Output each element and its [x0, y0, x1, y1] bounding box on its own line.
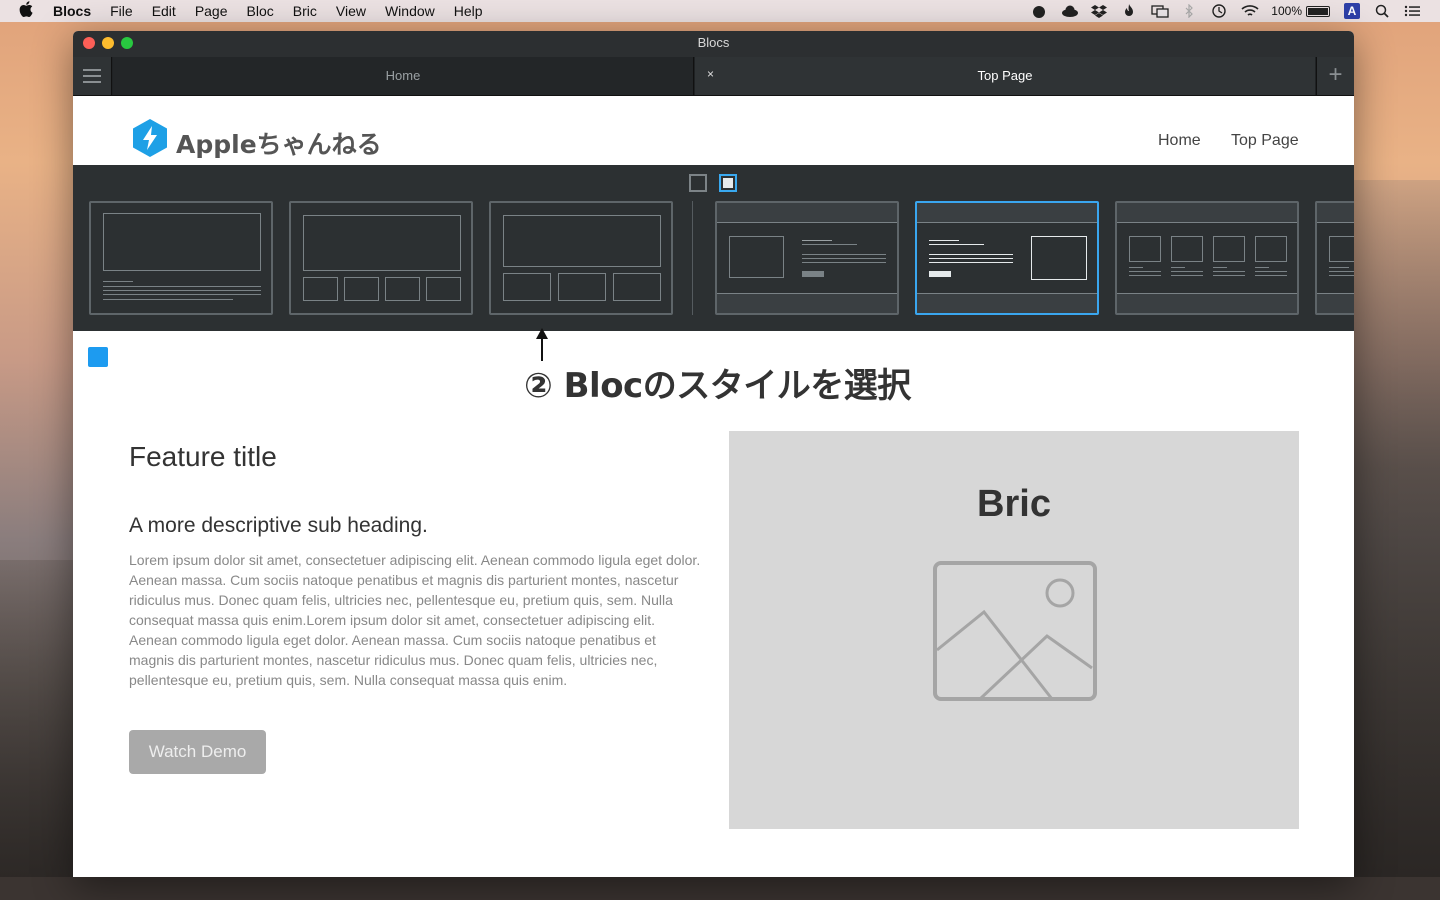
menu-bar: Blocs File Edit Page Bloc Bric View Wind…: [0, 0, 1440, 22]
feature-title[interactable]: Feature title: [129, 441, 277, 473]
site-header: Appleちゃんねる Home Top Page: [73, 96, 1354, 165]
picker-divider: [692, 201, 693, 315]
bloc-style-thumbnail[interactable]: [289, 201, 473, 315]
menu-bloc[interactable]: Bloc: [247, 3, 274, 19]
bloc-style-thumbnail-selected[interactable]: [915, 201, 1099, 315]
desktop-wallpaper-bottom: [0, 877, 1440, 900]
wifi-icon[interactable]: [1241, 4, 1259, 18]
add-tab-button[interactable]: +: [1316, 57, 1354, 95]
image-placeholder-icon: [933, 561, 1097, 701]
watch-demo-button[interactable]: Watch Demo: [129, 730, 266, 774]
menu-window[interactable]: Window: [385, 3, 435, 19]
blocs-window: Blocs Home × Top Page + Appleちゃんねる Home …: [73, 31, 1354, 877]
spotlight-search-icon[interactable]: [1374, 4, 1390, 18]
cloud-hat-icon[interactable]: [1061, 4, 1079, 18]
maximize-window-button[interactable]: [121, 37, 133, 49]
status-area: 100% A: [1031, 3, 1440, 19]
menu-app-name[interactable]: Blocs: [53, 3, 91, 19]
style-mode-toggle-outline[interactable]: [689, 174, 707, 192]
bloc-style-thumbnail[interactable]: [489, 201, 673, 315]
minimize-window-button[interactable]: [102, 37, 114, 49]
input-method-icon[interactable]: A: [1344, 3, 1360, 19]
bluetooth-icon[interactable]: [1181, 3, 1197, 19]
menu-file[interactable]: File: [110, 3, 133, 19]
desktop-wallpaper: [0, 560, 73, 900]
style-mode-toggle-filled[interactable]: [719, 174, 737, 192]
flame-icon[interactable]: [1121, 4, 1137, 18]
close-tab-icon[interactable]: ×: [707, 57, 714, 91]
menu-page[interactable]: Page: [195, 3, 228, 19]
bric-placeholder-panel[interactable]: Bric: [729, 431, 1299, 829]
menu-help[interactable]: Help: [454, 3, 483, 19]
time-machine-icon[interactable]: [1211, 4, 1227, 18]
apple-icon[interactable]: [19, 1, 41, 21]
hamburger-menu-icon[interactable]: [73, 57, 112, 95]
bloc-style-thumbnail[interactable]: [89, 201, 273, 315]
menu-view[interactable]: View: [336, 3, 366, 19]
close-window-button[interactable]: [83, 37, 95, 49]
desktop-wallpaper-right: [1354, 180, 1440, 900]
annotation-label: ② Blocのスタイルを選択: [524, 366, 911, 406]
nav-link-home[interactable]: Home: [1158, 132, 1201, 150]
body-paragraph[interactable]: Lorem ipsum dolor sit amet, consectetuer…: [129, 550, 701, 690]
tab-home[interactable]: Home: [113, 57, 694, 95]
display-mirror-icon[interactable]: [1151, 4, 1169, 18]
tab-bar: Home × Top Page +: [73, 57, 1354, 96]
bric-title: Bric: [977, 483, 1051, 525]
site-logo-text[interactable]: Appleちゃんねる: [176, 125, 382, 161]
sub-heading[interactable]: A more descriptive sub heading.: [129, 514, 428, 538]
notification-center-icon[interactable]: [1404, 4, 1420, 18]
tab-home-label: Home: [385, 68, 421, 83]
title-bar: Blocs: [73, 31, 1354, 57]
bloc-style-thumbnail[interactable]: [715, 201, 899, 315]
bloc-style-picker: [73, 165, 1354, 331]
bloc-style-thumbnail[interactable]: [1115, 201, 1299, 315]
tab-top-page-label: Top Page: [977, 68, 1033, 83]
bloc-selection-handle[interactable]: [88, 347, 108, 367]
menu-edit[interactable]: Edit: [152, 3, 176, 19]
menu-bric[interactable]: Bric: [293, 3, 317, 19]
window-title: Blocs: [697, 35, 730, 50]
app-status-icon[interactable]: [1031, 4, 1047, 18]
bloc-style-thumbnail-partial[interactable]: [1315, 201, 1354, 315]
nav-link-top-page[interactable]: Top Page: [1231, 132, 1299, 150]
dropbox-icon[interactable]: [1091, 4, 1108, 18]
battery-percent: 100%: [1271, 4, 1302, 18]
battery-icon[interactable]: [1306, 5, 1330, 17]
lightning-logo-icon: [133, 119, 167, 157]
tab-top-page[interactable]: × Top Page: [695, 57, 1315, 95]
